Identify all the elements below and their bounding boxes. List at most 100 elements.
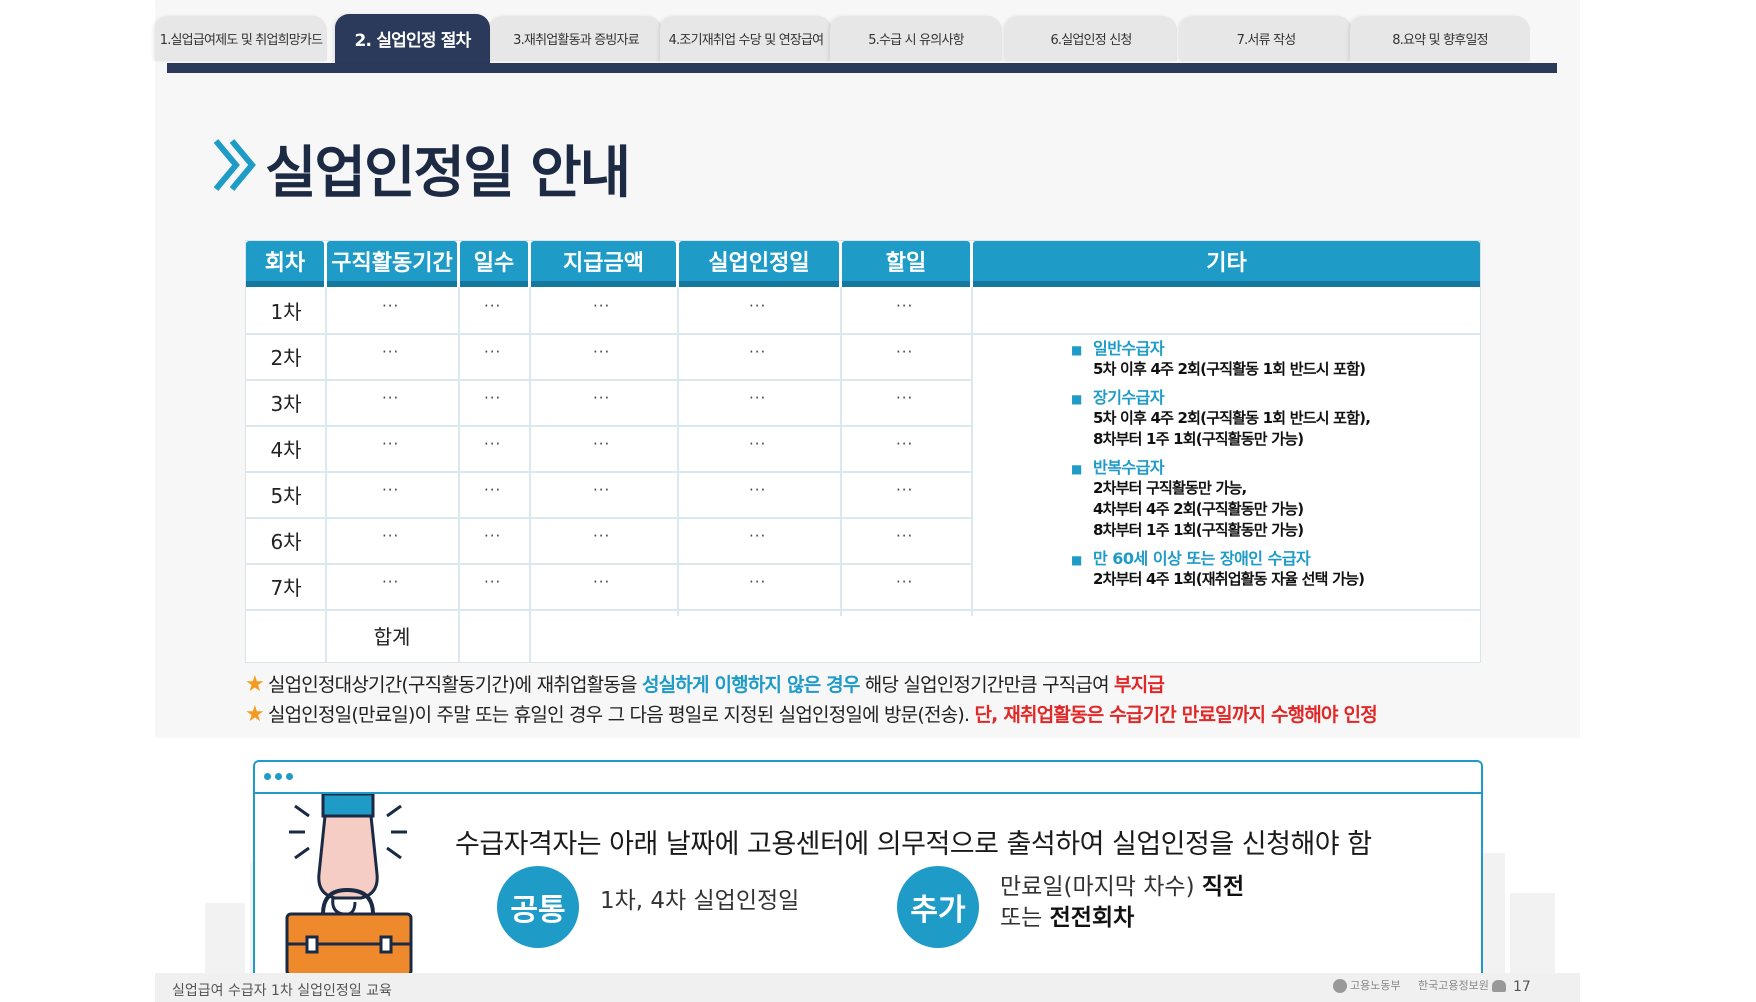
header-days: 일수 [460, 241, 528, 287]
cell-placeholder: ··· [382, 573, 400, 591]
city-silhouette [205, 903, 245, 973]
row-label: 7차 [270, 575, 302, 600]
header-round: 회차 [246, 241, 324, 287]
row-label: 1차 [270, 299, 302, 324]
extra-line-emphasis: 전전회차 [1049, 905, 1135, 931]
slide: 1.실업급여제도 및 취업희망카드 2. 실업인정 절차 3.재취업활동과 증빙… [155, 0, 1580, 1002]
note-line: 8차부터 1주 1회(구직활동만 가능) [1093, 521, 1304, 539]
common-text: 1차, 4차 실업인정일 [600, 888, 800, 914]
row-label: 3차 [270, 391, 302, 416]
note-head: 장기수급자 [1093, 388, 1165, 407]
note-line: 5차 이후 4주 2회(구직활동 1회 반드시 포함), [1093, 409, 1371, 427]
note-line: 4차부터 4주 2회(구직활동만 가능) [1093, 500, 1304, 518]
note-general: ■ 일반수급자 5차 이후 4주 2회(구직활동 1회 반드시 포함) [1061, 339, 1481, 380]
note-line: 2차부터 4주 1회(재취업활동 자율 선택 가능) [1093, 570, 1365, 588]
row-divider [246, 471, 972, 473]
extra-line-text: 만료일(마지막 차수) [1000, 874, 1202, 900]
tab-4[interactable]: 4.조기재취업 수당 및 연장급여 [660, 16, 832, 61]
col-divider [971, 287, 973, 616]
page-number: 17 [1513, 979, 1531, 995]
cell-placeholder: ··· [484, 297, 502, 315]
tab-1[interactable]: 1.실업급여제도 및 취업희망카드 [155, 16, 327, 61]
page-title: 실업인정일 안내 [265, 141, 631, 206]
agency-name: 한국고용정보원 [1418, 979, 1489, 992]
footnote-warning: 단, 재취업활동은 수급기간 만료일까지 수행해야 인정 [974, 704, 1377, 726]
extra-badge: 추가 [897, 866, 979, 948]
cell-placeholder: ··· [484, 527, 502, 545]
cell-placeholder: ··· [484, 481, 502, 499]
row-divider [246, 333, 1480, 335]
bullet-icon: ■ [1071, 343, 1083, 357]
cell-placeholder: ··· [593, 435, 611, 453]
cell-placeholder: ··· [593, 573, 611, 591]
dot-icon [286, 773, 293, 780]
ministry-emblem-icon [1333, 979, 1347, 993]
star-icon: ★ [245, 672, 265, 697]
note-long-term: ■ 장기수급자 5차 이후 4주 2회(구직활동 1회 반드시 포함), 8차부… [1061, 388, 1481, 450]
cell-placeholder: ··· [896, 297, 914, 315]
star-icon: ★ [245, 702, 265, 727]
row-divider [246, 425, 972, 427]
cell-placeholder: ··· [593, 527, 611, 545]
cell-placeholder: ··· [896, 573, 914, 591]
bullet-icon: ■ [1071, 553, 1083, 567]
footnote-emphasis: 성실하게 이행하지 않은 경우 [641, 674, 860, 696]
city-silhouette [1510, 893, 1555, 973]
agency-logo: 한국고용정보원 [1418, 977, 1506, 993]
footnote-warning: 부지급 [1114, 674, 1165, 696]
etc-notes: ■ 일반수급자 5차 이후 4주 2회(구직활동 1회 반드시 포함) ■ 장기… [1061, 339, 1481, 598]
footnote-text: 해당 실업인정기간만큼 구직급여 [859, 674, 1115, 696]
header-amount: 지급금액 [531, 241, 676, 287]
tab-8[interactable]: 8.요약 및 향후일정 [1350, 16, 1530, 61]
cell-placeholder: ··· [484, 389, 502, 407]
footnote-text: 실업인정대상기간(구직활동기간)에 재취업활동을 [267, 674, 642, 696]
cell-placeholder: ··· [896, 343, 914, 361]
row-divider [246, 563, 972, 565]
tab-bar: 1.실업급여제도 및 취업희망카드 2. 실업인정 절차 3.재취업활동과 증빙… [155, 14, 1580, 63]
cell-placeholder: ··· [896, 527, 914, 545]
row-divider [246, 379, 972, 381]
tab-5[interactable]: 5.수급 시 유의사항 [830, 16, 1002, 61]
panel-main-text: 수급자격자는 아래 날짜에 고용센터에 의무적으로 출석하여 실업인정을 신청해… [455, 829, 1372, 860]
col-divider [458, 287, 460, 662]
dot-icon [275, 773, 282, 780]
cell-placeholder: ··· [382, 389, 400, 407]
tab-3[interactable]: 3.재취업활동과 증빙자료 [490, 16, 662, 61]
cell-placeholder: ··· [484, 343, 502, 361]
extra-text: 만료일(마지막 차수) 직전 또는 전전회차 [1000, 872, 1244, 934]
footer: 실업급여 수급자 1차 실업인정일 교육 고용노동부 한국고용정보원 17 [155, 973, 1580, 1002]
cell-placeholder: ··· [382, 343, 400, 361]
ministry-name: 고용노동부 [1350, 979, 1401, 992]
tab-underline [167, 63, 1557, 73]
cell-placeholder: ··· [382, 481, 400, 499]
cell-placeholder: ··· [749, 297, 767, 315]
note-head: 일반수급자 [1093, 339, 1165, 358]
dot-icon [264, 773, 271, 780]
header-todo: 할일 [842, 241, 970, 287]
tab-7[interactable]: 7.서류 작성 [1180, 16, 1352, 61]
tab-6[interactable]: 6.실업인정 신청 [1005, 16, 1177, 61]
double-chevron-icon [213, 139, 256, 191]
cell-placeholder: ··· [484, 435, 502, 453]
tab-2[interactable]: 2. 실업인정 절차 [335, 14, 490, 63]
footer-caption: 실업급여 수급자 1차 실업인정일 교육 [172, 983, 392, 999]
cell-placeholder: ··· [484, 573, 502, 591]
cell-placeholder: ··· [749, 389, 767, 407]
col-divider [529, 287, 531, 662]
note-senior: ■ 만 60세 이상 또는 장애인 수급자 2차부터 4주 1회(재취업활동 자… [1061, 549, 1481, 590]
cell-placeholder: ··· [749, 435, 767, 453]
extra-line-text: 또는 [1000, 905, 1050, 931]
cell-placeholder: ··· [593, 481, 611, 499]
note-line: 2차부터 구직활동만 가능, [1093, 479, 1247, 497]
col-divider [840, 287, 842, 616]
extra-line-2: 또는 전전회차 [1000, 903, 1244, 934]
col-divider [677, 287, 679, 616]
cell-placeholder: ··· [593, 343, 611, 361]
extra-line-emphasis: 직전 [1201, 874, 1245, 900]
header-etc: 기타 [973, 241, 1480, 287]
agency-emblem-icon [1491, 980, 1506, 992]
note-repeat: ■ 반복수급자 2차부터 구직활동만 가능, 4차부터 4주 2회(구직활동만 … [1061, 458, 1481, 541]
cell-placeholder: ··· [749, 573, 767, 591]
cell-placeholder: ··· [749, 527, 767, 545]
cell-placeholder: ··· [593, 389, 611, 407]
